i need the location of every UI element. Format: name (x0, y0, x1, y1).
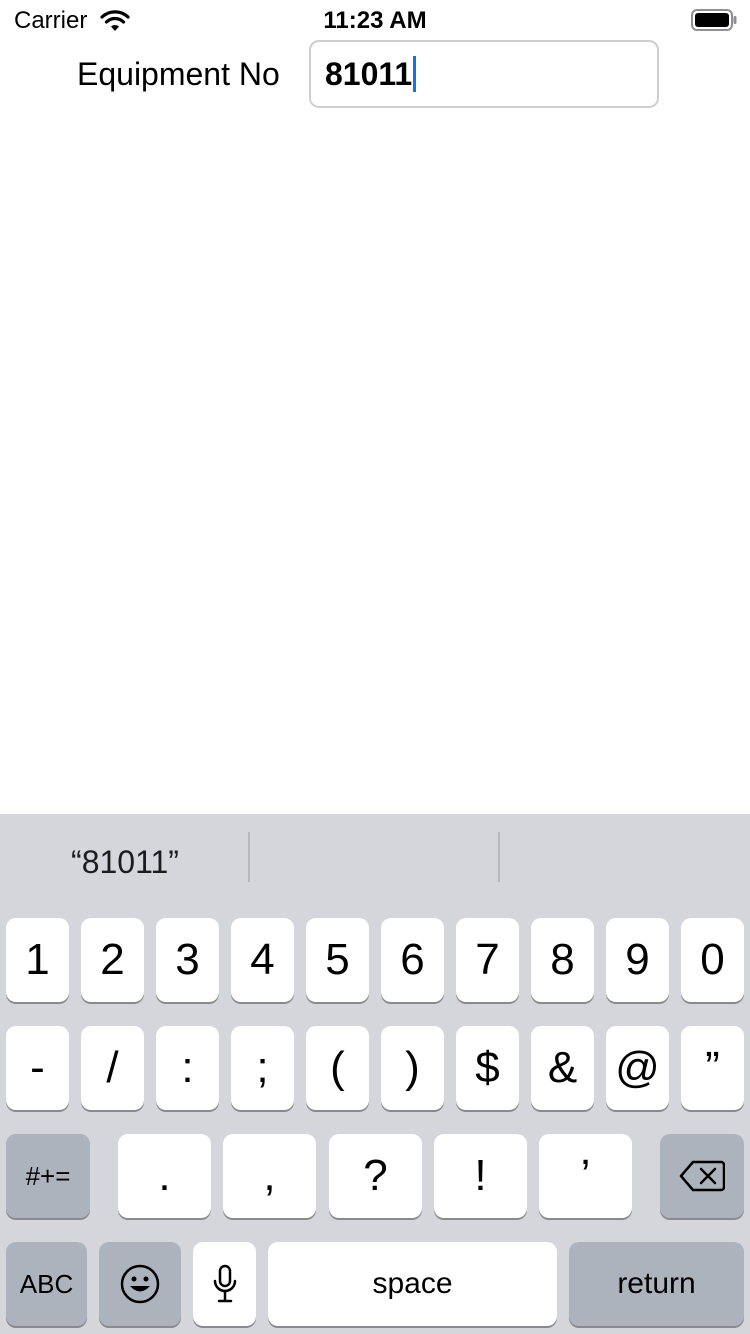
key-1[interactable]: 1 (6, 918, 69, 1002)
key-0[interactable]: 0 (681, 918, 744, 1002)
key-period[interactable]: . (118, 1134, 211, 1218)
key-hyphen[interactable]: - (6, 1026, 69, 1110)
keyboard: “81011” 1 2 3 4 5 6 7 8 9 0 - / : ; ( ) … (0, 814, 750, 1334)
key-close-paren[interactable]: ) (381, 1026, 444, 1110)
key-abc[interactable]: ABC (6, 1242, 87, 1326)
status-time: 11:23 AM (323, 7, 427, 34)
delete-backspace-icon (679, 1160, 725, 1192)
key-apostrophe[interactable]: ’ (539, 1134, 632, 1218)
key-exclamation[interactable]: ! (434, 1134, 527, 1218)
key-comma[interactable]: , (223, 1134, 316, 1218)
key-7[interactable]: 7 (456, 918, 519, 1002)
equipment-input-value: 81011 (325, 55, 413, 92)
emoji-key[interactable] (99, 1242, 181, 1326)
key-open-paren[interactable]: ( (306, 1026, 369, 1110)
equipment-label: Equipment No (77, 56, 280, 92)
emoji-icon (120, 1264, 160, 1304)
text-caret (413, 56, 417, 92)
microphone-key[interactable] (193, 1242, 256, 1326)
key-more-symbols[interactable]: #+= (6, 1134, 90, 1218)
key-4[interactable]: 4 (231, 918, 294, 1002)
key-quote[interactable]: ” (681, 1026, 744, 1110)
suggestion-1[interactable]: “81011” (0, 844, 250, 881)
space-key[interactable]: space (268, 1242, 557, 1326)
key-at[interactable]: @ (606, 1026, 669, 1110)
key-5[interactable]: 5 (306, 918, 369, 1002)
key-semicolon[interactable]: ; (231, 1026, 294, 1110)
key-colon[interactable]: : (156, 1026, 219, 1110)
suggestion-divider (248, 832, 250, 882)
key-9[interactable]: 9 (606, 918, 669, 1002)
key-6[interactable]: 6 (381, 918, 444, 1002)
key-8[interactable]: 8 (531, 918, 594, 1002)
equipment-input[interactable]: 81011 (309, 40, 659, 108)
key-dollar[interactable]: $ (456, 1026, 519, 1110)
key-2[interactable]: 2 (81, 918, 144, 1002)
battery-icon (691, 9, 737, 31)
return-key[interactable]: return (569, 1242, 744, 1326)
status-bar: Carrier 11:23 AM (0, 0, 750, 40)
suggestion-bar: “81011” (0, 814, 750, 910)
key-3[interactable]: 3 (156, 918, 219, 1002)
key-ampersand[interactable]: & (531, 1026, 594, 1110)
suggestion-divider (498, 832, 500, 882)
microphone-icon (213, 1264, 236, 1303)
key-question[interactable]: ? (329, 1134, 422, 1218)
key-slash[interactable]: / (81, 1026, 144, 1110)
delete-key[interactable] (660, 1134, 744, 1218)
